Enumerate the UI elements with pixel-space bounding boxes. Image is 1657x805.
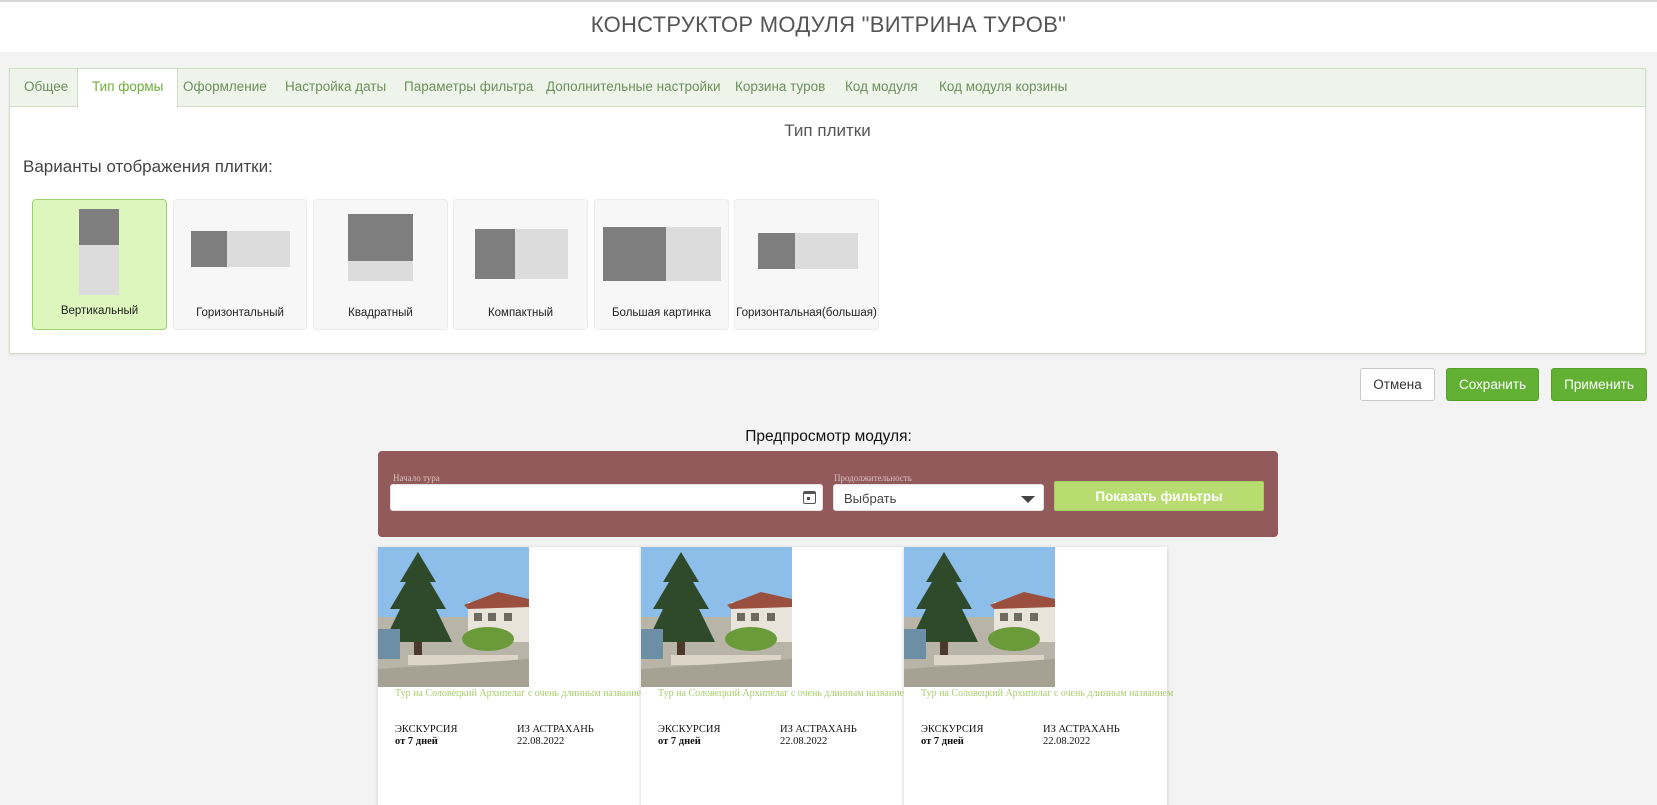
tile-body-shape — [666, 227, 721, 281]
tour-card[interactable]: Тур на Соловецкий Архипелаг с очень длин… — [641, 547, 910, 805]
tour-origin: ИЗ АСТРАХАНЬ — [517, 724, 594, 735]
tour-title-link[interactable]: Тур на Соловецкий Архипелаг с очень длин… — [921, 688, 1173, 699]
tab-design[interactable]: Оформление — [169, 69, 281, 107]
variant-horizontal[interactable]: Горизонтальный — [173, 199, 307, 330]
page-title: КОНСТРУКТОР МОДУЛЯ "ВИТРИНА ТУРОВ" — [590, 12, 1067, 37]
tour-image[interactable] — [378, 547, 529, 687]
tile-image-shape — [348, 214, 413, 261]
tour-duration: от 7 дней — [395, 736, 438, 747]
tile-image-shape — [79, 209, 119, 245]
duration-select[interactable]: Выбрать — [833, 484, 1044, 511]
save-button[interactable]: Сохранить — [1446, 368, 1539, 401]
variant-vertical[interactable]: Вертикальный — [32, 199, 167, 330]
variant-label: Вертикальный — [60, 305, 139, 317]
variants-label: Варианты отображения плитки: — [23, 157, 273, 176]
tour-type: ЭКСКУРСИЯ от 7 дней — [658, 724, 720, 748]
preview-title: Предпросмотр модуля: — [745, 428, 912, 445]
start-date-caption: Начало тура — [393, 473, 440, 483]
tour-departure: ИЗ АСТРАХАНЬ 22.08.2022 — [1043, 724, 1120, 748]
section-title: Тип плитки — [784, 121, 871, 140]
tour-origin: ИЗ АСТРАХАНЬ — [1043, 724, 1120, 735]
tour-image[interactable] — [641, 547, 792, 687]
apply-button[interactable]: Применить — [1551, 368, 1647, 401]
tour-type: ЭКСКУРСИЯ от 7 дней — [921, 724, 983, 748]
tile-image-shape — [191, 231, 227, 267]
variant-label: Квадратный — [348, 307, 413, 319]
tour-image[interactable] — [904, 547, 1055, 687]
variant-horizontal-big[interactable]: Горизонтальная(большая) — [734, 199, 879, 330]
tab-date-settings[interactable]: Настройка даты — [271, 69, 400, 107]
cancel-button[interactable]: Отмена — [1360, 368, 1435, 401]
tab-module-code[interactable]: Код модуля — [831, 69, 932, 107]
variant-label: Большая картинка — [612, 307, 711, 319]
tour-departure: ИЗ АСТРАХАНЬ 22.08.2022 — [517, 724, 594, 748]
tour-card[interactable]: Тур на Соловецкий Архипелаг с очень длин… — [904, 547, 1173, 805]
tour-title-link[interactable]: Тур на Соловецкий Архипелаг с очень длин… — [395, 688, 647, 699]
start-date-input[interactable] — [390, 484, 823, 511]
tile-body-shape — [348, 261, 413, 281]
tour-type-label: ЭКСКУРСИЯ — [658, 724, 721, 735]
tour-duration: от 7 дней — [658, 736, 701, 747]
tile-body-shape — [795, 233, 858, 269]
calendar-icon[interactable] — [803, 491, 816, 504]
settings-panel: Общее Тип формы Оформление Настройка дат… — [9, 68, 1646, 354]
tab-bar: Общее Тип формы Оформление Настройка дат… — [10, 69, 1645, 108]
tour-date: 22.08.2022 — [517, 736, 565, 747]
show-filters-button[interactable]: Показать фильтры — [1054, 481, 1264, 511]
tab-general[interactable]: Общее — [10, 69, 82, 107]
tab-tour-cart[interactable]: Корзина туров — [721, 69, 839, 107]
variant-big-picture[interactable]: Большая картинка — [594, 199, 729, 330]
tab-cart-module-code[interactable]: Код модуля корзины — [925, 69, 1081, 107]
header-bar: КОНСТРУКТОР МОДУЛЯ "ВИТРИНА ТУРОВ" — [0, 0, 1657, 52]
tour-type-label: ЭКСКУРСИЯ — [921, 724, 984, 735]
tile-body-shape — [227, 231, 290, 267]
variant-compact[interactable]: Компактный — [453, 199, 588, 330]
chevron-down-icon — [1021, 496, 1035, 503]
tile-image-shape — [475, 229, 515, 279]
tile-body-shape — [515, 229, 568, 279]
duration-value: Выбрать — [844, 491, 897, 506]
tour-card[interactable]: Тур на Соловецкий Архипелаг с очень длин… — [378, 547, 647, 805]
tour-date: 22.08.2022 — [780, 736, 828, 747]
filter-bar: Начало тура Продолжительность Выбрать По… — [378, 451, 1278, 537]
tile-body-shape — [79, 245, 119, 295]
tile-image-shape — [603, 227, 666, 281]
variant-label: Горизонтальный — [196, 307, 284, 319]
tour-departure: ИЗ АСТРАХАНЬ 22.08.2022 — [780, 724, 857, 748]
tab-additional-settings[interactable]: Дополнительные настройки — [532, 69, 735, 107]
tile-image-shape — [758, 233, 795, 269]
variant-label: Горизонтальная(большая) — [736, 307, 877, 319]
tour-origin: ИЗ АСТРАХАНЬ — [780, 724, 857, 735]
duration-caption: Продолжительность — [834, 473, 912, 483]
variant-label: Компактный — [487, 307, 554, 319]
tour-duration: от 7 дней — [921, 736, 964, 747]
tour-type: ЭКСКУРСИЯ от 7 дней — [395, 724, 457, 748]
tour-date: 22.08.2022 — [1043, 736, 1091, 747]
variant-square[interactable]: Квадратный — [313, 199, 448, 330]
tab-filter-params[interactable]: Параметры фильтра — [390, 69, 547, 107]
tour-type-label: ЭКСКУРСИЯ — [395, 724, 458, 735]
tab-form-type[interactable]: Тип формы — [77, 69, 179, 108]
tour-title-link[interactable]: Тур на Соловецкий Архипелаг с очень длин… — [658, 688, 910, 699]
